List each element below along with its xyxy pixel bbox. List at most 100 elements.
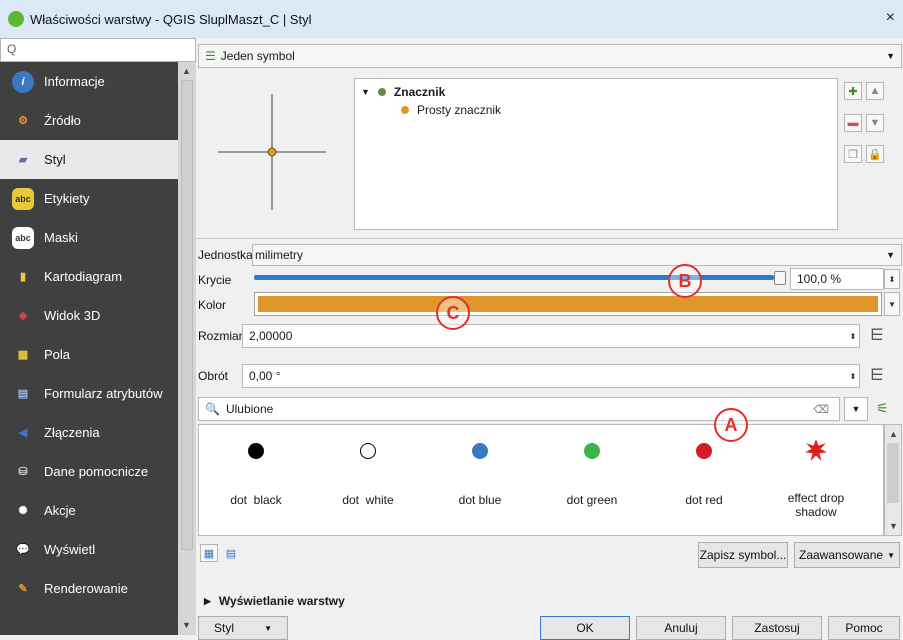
symbol-item[interactable]: dot green [536, 425, 648, 535]
spin-arrows-icon[interactable]: ⬍ [846, 367, 860, 385]
masks-icon: abc [12, 226, 34, 249]
sidebar-item-styl[interactable]: ▰ Styl [0, 140, 178, 179]
renderer-select[interactable]: ☰ Jeden symbol ▼ [198, 44, 902, 68]
sidebar-item-label: Etykiety [44, 191, 90, 206]
apply-button[interactable]: Zastosuj [732, 616, 822, 640]
size-spinbox[interactable]: 2,00000 [242, 324, 860, 348]
cancel-button[interactable]: Anuluj [636, 616, 726, 640]
chevron-down-icon: ▼ [886, 250, 895, 260]
spin-arrows-icon[interactable]: ⬍ [846, 327, 860, 345]
sidebar-item-widok-3d[interactable]: ◆ Widok 3D [0, 296, 178, 335]
group-filter-dropdown[interactable]: ▼ [844, 397, 868, 421]
symbol-item[interactable]: effect drop shadow [760, 425, 872, 535]
symbol-item[interactable]: dot blue [424, 425, 536, 535]
advanced-menu-button[interactable]: Zaawansowane ▼ [794, 542, 900, 568]
clear-search-icon[interactable]: ⌫ [813, 403, 829, 416]
qgis-logo-icon [8, 11, 24, 27]
size-value: 2,00000 [249, 329, 293, 343]
data-defined-override-icon[interactable]: ⋿ [870, 325, 884, 345]
sidebar-scrollbar[interactable]: ▲ ▼ [178, 62, 196, 635]
dot-symbol-icon [472, 443, 488, 459]
spin-arrows-icon[interactable]: ⬍ [884, 269, 900, 289]
icon-view-toggle-icon[interactable]: ▦ [200, 544, 218, 562]
sidebar-item-label: Informacje [44, 74, 105, 89]
dot-symbol-icon [360, 443, 376, 459]
source-icon: ⚙ [18, 115, 28, 127]
sidebar-item-etykiety[interactable]: abc Etykiety [0, 179, 178, 218]
sidebar-item-maski[interactable]: abc Maski [0, 218, 178, 257]
opacity-slider[interactable] [254, 270, 786, 286]
opacity-spinbox[interactable]: 100,0 % [790, 268, 884, 290]
sidebar-item-formularz[interactable]: ▤ Formularz atrybutów [0, 374, 178, 413]
chevron-down-icon: ▼ [887, 550, 895, 560]
style-manager-icon[interactable]: ⚟ [876, 400, 889, 417]
ok-button[interactable]: OK [540, 616, 630, 640]
sidebar-list: i Informacje ⚙ Źródło ▰ Styl abc Etykiety ab… [0, 62, 178, 608]
tree-child-row[interactable]: Prosty znacznik [361, 101, 501, 119]
sidebar-item-zrodlo[interactable]: ⚙ Źródło [0, 101, 178, 140]
symbol-layer-tree[interactable]: ▼ Znacznik Prosty znacznik [354, 78, 838, 230]
auxiliary-data-icon: ⛁ [18, 466, 28, 478]
renderer-value: Jeden symbol [220, 49, 295, 63]
rotation-spinbox[interactable]: 0,00 ° [242, 364, 860, 388]
opacity-slider-handle[interactable] [774, 271, 786, 285]
move-up-icon[interactable]: ▲ [866, 82, 884, 100]
advanced-label: Zaawansowane [799, 548, 884, 562]
starburst-icon [805, 439, 827, 461]
sidebar-item-akcje[interactable]: ✺ Akcje [0, 491, 178, 530]
sidebar-item-renderowanie[interactable]: ✎ Renderowanie [0, 569, 178, 608]
layer-rendering-section[interactable]: ▶ Wyświetlanie warstwy [204, 594, 345, 608]
scrollbar-thumb[interactable] [887, 443, 899, 503]
symbol-item[interactable]: dot black [200, 425, 312, 535]
color-menu-arrow-icon[interactable]: ▼ [884, 292, 900, 316]
grid-scrollbar[interactable]: ▲ ▼ [884, 424, 902, 536]
move-down-icon[interactable]: ▼ [866, 114, 884, 132]
dot-symbol-icon [696, 443, 712, 459]
sidebar-item-label: Dane pomocnicze [44, 464, 149, 479]
window-title: Właściwości warstwy - QGIS SluplMaszt_C … [30, 11, 312, 27]
scroll-down-icon[interactable]: ▼ [889, 521, 898, 531]
tree-child-label: Prosty znacznik [417, 103, 502, 117]
scrollbar-thumb[interactable] [181, 80, 193, 550]
symbol-item[interactable]: dot red [648, 425, 760, 535]
sidebar-item-zlaczenia[interactable]: ◀ Złączenia [0, 413, 178, 452]
sidebar-item-pola[interactable]: ▦ Pola [0, 335, 178, 374]
sidebar-search-input[interactable]: Q [0, 38, 196, 62]
symbol-item[interactable]: dot white [312, 425, 424, 535]
scroll-up-icon[interactable]: ▲ [889, 429, 898, 439]
sidebar-item-kartodiagram[interactable]: ▮ Kartodiagram [0, 257, 178, 296]
scroll-up-icon[interactable]: ▲ [182, 66, 191, 76]
expand-triangle-icon[interactable]: ▼ [361, 87, 370, 97]
lock-icon[interactable]: 🔒 [866, 145, 884, 163]
library-search-value: Ulubione [225, 402, 274, 416]
color-button[interactable] [254, 292, 882, 316]
symbol-label: dot blue [458, 493, 502, 507]
sidebar-item-informacje[interactable]: i Informacje [0, 62, 178, 101]
sidebar-item-label: Renderowanie [44, 581, 128, 596]
remove-layer-icon[interactable]: ▬ [844, 114, 862, 132]
sidebar-item-dane-pomocnicze[interactable]: ⛁ Dane pomocnicze [0, 452, 178, 491]
duplicate-layer-icon[interactable]: ❐ [844, 145, 862, 163]
single-symbol-icon: ☰ [205, 49, 216, 63]
unit-select[interactable]: milimetry ▼ [252, 244, 902, 266]
style-menu-button[interactable]: Styl ▼ [198, 616, 288, 640]
preview-crosshair [218, 94, 326, 210]
save-symbol-button[interactable]: Zapisz symbol... [698, 542, 788, 568]
add-layer-icon[interactable]: ✚ [844, 82, 862, 100]
symbol-label: dot white [342, 493, 394, 507]
help-button[interactable]: Pomoc [828, 616, 900, 640]
unit-label: Jednostka [198, 248, 253, 262]
rendering-icon: ✎ [18, 583, 28, 595]
close-icon[interactable]: × [886, 9, 895, 27]
labels-icon: abc [12, 187, 34, 210]
scroll-down-icon[interactable]: ▼ [182, 620, 191, 630]
search-icon: 🔍 [205, 402, 220, 416]
tree-root-row[interactable]: ▼ Znacznik [361, 83, 445, 101]
symbol-label: dot red [685, 493, 723, 507]
simple-marker-icon [401, 106, 409, 114]
rotation-label: Obrót [198, 369, 229, 383]
list-view-toggle-icon[interactable]: ▤ [222, 544, 240, 562]
sidebar-item-wyswietl[interactable]: 💬 Wyświetl [0, 530, 178, 569]
sidebar-item-label: Złączenia [44, 425, 100, 440]
data-defined-override-icon[interactable]: ⋿ [870, 365, 884, 385]
